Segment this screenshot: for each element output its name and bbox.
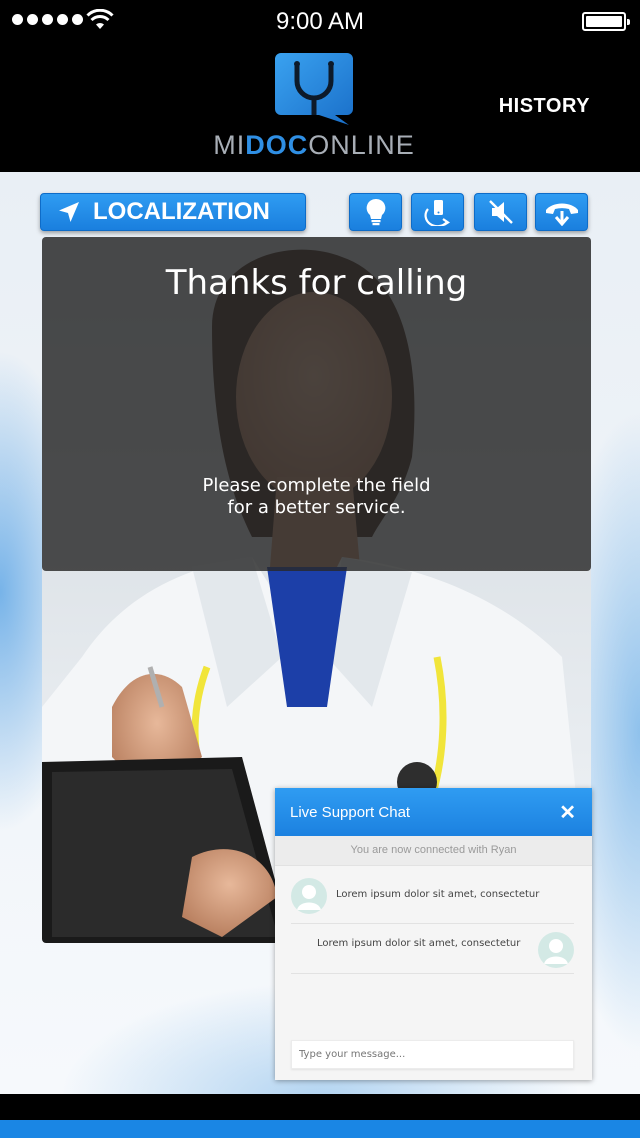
user-avatar-icon	[297, 885, 321, 910]
overlay-message-line-2: for a better service.	[227, 497, 406, 518]
bottom-bar	[0, 1094, 640, 1120]
chat-message-text: Lorem ipsum dolor sit amet, consectetur	[317, 938, 521, 949]
lightbulb-button[interactable]	[349, 193, 402, 231]
bottom-accent-bar	[0, 1120, 640, 1138]
live-support-chat: Live Support Chat ✕ You are now connecte…	[275, 788, 592, 1080]
chat-message-text: Lorem ipsum dolor sit amet, consectetur	[336, 889, 540, 900]
logo-stethoscope-icon	[275, 53, 353, 125]
phone-rotate-icon	[423, 200, 450, 226]
history-button[interactable]: HISTORY	[499, 95, 590, 118]
logo-part-online: ONLINE	[308, 130, 415, 160]
status-bar: 9:00 AM	[0, 0, 640, 44]
avatar	[291, 878, 327, 914]
main-content: LOCALIZATION Thanks for calling Please c…	[0, 172, 640, 1094]
overlay-title: Thanks for calling	[165, 263, 468, 303]
overlay-message: Please complete the field for a better s…	[42, 475, 591, 519]
chat-message: Lorem ipsum dolor sit amet, consectetur	[291, 874, 574, 924]
call-overlay: Thanks for calling Please complete the f…	[42, 237, 591, 571]
logo-part-mi: MI	[213, 130, 246, 160]
close-icon[interactable]: ✕	[559, 800, 576, 825]
chat-message-input[interactable]	[291, 1040, 574, 1069]
logo-part-doc: DOC	[245, 130, 309, 160]
chat-title: Live Support Chat	[290, 803, 411, 821]
hangup-icon	[545, 203, 578, 226]
battery-icon	[582, 12, 630, 31]
lightbulb-icon	[366, 198, 385, 226]
localization-label: LOCALIZATION	[93, 198, 270, 225]
mute-button[interactable]	[474, 193, 527, 231]
app-header: MIDOCONLINE HISTORY	[0, 44, 640, 172]
rotate-phone-button[interactable]	[411, 193, 464, 231]
logo-wordmark: MIDOCONLINE	[0, 130, 628, 161]
chat-message: Lorem ipsum dolor sit amet, consectetur	[291, 924, 574, 974]
avatar	[538, 932, 574, 968]
mute-icon	[488, 200, 513, 224]
chat-header: Live Support Chat ✕	[275, 788, 592, 836]
location-arrow-icon	[59, 202, 79, 222]
chat-connection-status: You are now connected with Ryan	[275, 836, 592, 866]
status-time: 9:00 AM	[275, 8, 365, 35]
overlay-message-line-1: Please complete the field	[202, 475, 431, 496]
user-avatar-icon	[544, 939, 568, 964]
hangup-button[interactable]	[535, 193, 588, 231]
localization-button[interactable]: LOCALIZATION	[40, 193, 306, 231]
